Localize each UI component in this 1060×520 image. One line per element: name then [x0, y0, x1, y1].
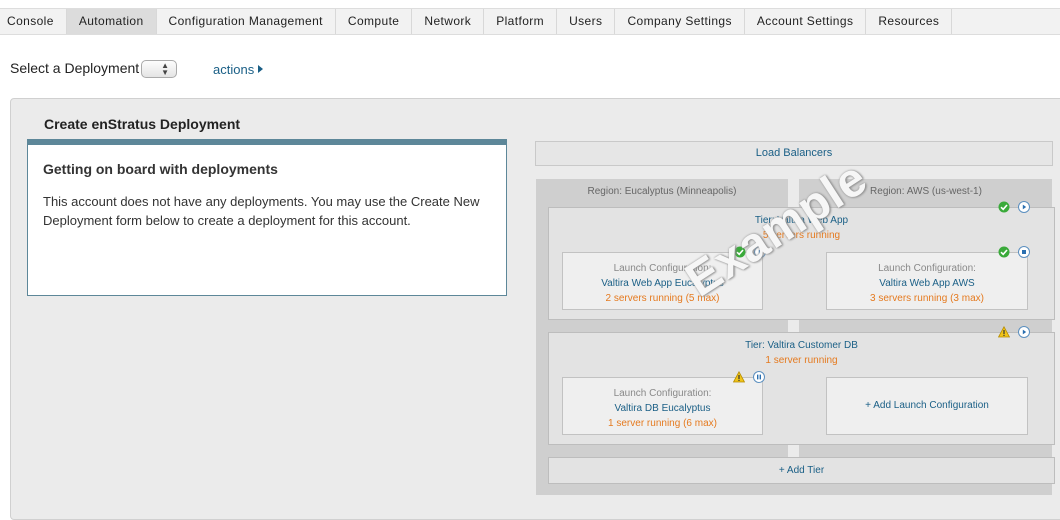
tab-company-settings[interactable]: Company Settings — [615, 9, 745, 34]
warning-triangle-icon — [998, 326, 1010, 338]
play-circle-icon[interactable] — [1018, 326, 1030, 338]
launch-config-name[interactable]: Valtira Web App AWS — [827, 278, 1027, 289]
check-circle-icon — [734, 246, 746, 258]
tier-status: 5 servers running — [762, 230, 841, 241]
tab-compute[interactable]: Compute — [336, 9, 413, 34]
actions-link[interactable]: actions — [213, 62, 264, 77]
warning-triangle-icon — [733, 371, 745, 383]
info-body: This account does not have any deploymen… — [43, 194, 480, 228]
tab-console[interactable]: Console — [0, 9, 67, 34]
select-arrows-icon: ▲ ▼ — [161, 61, 169, 77]
launch-config-label: Launch Configuration: — [613, 263, 712, 274]
tab-account-settings[interactable]: Account Settings — [745, 9, 867, 34]
actions-label: actions — [213, 62, 255, 77]
tier-status: 1 server running — [765, 355, 838, 366]
launch-config-status: 1 server running (6 max) — [608, 418, 717, 429]
arrow-right-icon — [258, 65, 264, 73]
deployment-select[interactable]: ▲ ▼ — [141, 60, 177, 78]
launch-config-web-aws[interactable]: Launch Configuration: Valtira Web App AW… — [826, 252, 1028, 310]
region-aws-label: Region: AWS (us-west-1) — [870, 186, 982, 197]
launch-config-db-eucalyptus[interactable]: Launch Configuration: Valtira DB Eucalyp… — [562, 377, 763, 435]
tab-users[interactable]: Users — [557, 9, 616, 34]
play-circle-icon[interactable] — [754, 246, 766, 258]
pause-circle-icon[interactable] — [753, 371, 765, 383]
region-eucalyptus-label: Region: Eucalyptus (Minneapolis) — [587, 186, 737, 197]
check-circle-icon — [998, 201, 1010, 213]
tab-resources[interactable]: Resources — [866, 9, 953, 34]
tab-network[interactable]: Network — [412, 9, 485, 34]
select-deployment-label: Select a Deployment — [10, 60, 140, 76]
add-launch-configuration-button[interactable]: + Add Launch Configuration — [826, 377, 1028, 435]
check-circle-icon — [998, 246, 1010, 258]
launch-config-status: 3 servers running (3 max) — [870, 293, 984, 304]
tier-title[interactable]: Tier: Valtira Web App — [549, 215, 1054, 226]
tab-configuration-management[interactable]: Configuration Management — [157, 9, 336, 34]
load-balancers-button[interactable]: Load Balancers — [535, 141, 1053, 166]
info-title: Getting on board with deployments — [43, 161, 278, 177]
stop-circle-icon[interactable] — [1018, 246, 1030, 258]
launch-config-name[interactable]: Valtira DB Eucalyptus — [563, 403, 762, 414]
launch-config-label: Launch Configuration: — [613, 388, 712, 399]
tab-automation[interactable]: Automation — [66, 9, 157, 34]
tier-title[interactable]: Tier: Valtira Customer DB — [549, 340, 1054, 351]
play-circle-icon[interactable] — [1018, 201, 1030, 213]
launch-config-status: 2 servers running (5 max) — [605, 293, 720, 304]
add-tier-button[interactable]: + Add Tier — [548, 457, 1055, 484]
tab-platform[interactable]: Platform — [484, 9, 558, 34]
launch-config-label: Launch Configuration: — [878, 263, 976, 274]
info-box: Getting on board with deployments This a… — [27, 139, 507, 296]
launch-config-web-eucalyptus[interactable]: Launch Configuration: Valtira Web App Eu… — [562, 252, 763, 310]
launch-config-name[interactable]: Valtira Web App Eucalyptus — [563, 278, 762, 289]
panel-title: Create enStratus Deployment — [44, 116, 241, 132]
top-nav: Console Automation Configuration Managem… — [0, 8, 1060, 35]
